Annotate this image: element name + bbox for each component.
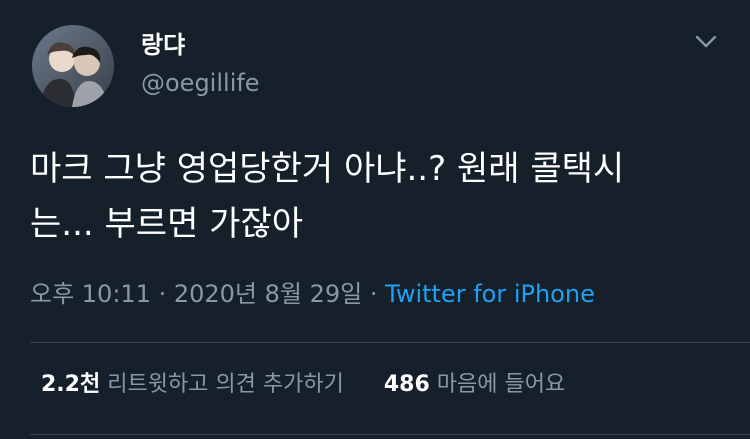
likes-stat[interactable]: 486 마음에 들어요 xyxy=(384,372,565,397)
divider xyxy=(30,342,750,343)
tweet-meta: 오후 10:11 · 2020년 8월 29일 · Twitter for iP… xyxy=(30,278,595,310)
retweets-label: 리트윗하고 의견 추가하기 xyxy=(107,372,344,397)
avatar-photo xyxy=(32,25,114,107)
avatar[interactable] xyxy=(32,25,114,107)
likes-count: 486 xyxy=(383,372,430,397)
tweet-stats: 2.2천 리트윗하고 의견 추가하기 486 마음에 들어요 xyxy=(41,370,565,400)
retweets-stat[interactable]: 2.2천 리트윗하고 의견 추가하기 xyxy=(41,372,351,397)
display-name[interactable]: 랑댜 xyxy=(141,30,185,60)
meta-separator: · xyxy=(362,280,386,308)
tweet-text: 마크 그냥 영업당한거 아냐..? 원래 콜택시 는... 부르면 가잖아 xyxy=(30,149,625,244)
chevron-down-icon[interactable] xyxy=(693,30,719,52)
retweets-count: 2.2천 xyxy=(41,372,101,397)
source-link[interactable]: Twitter for iPhone xyxy=(385,280,595,308)
likes-label: 마음에 들어요 xyxy=(436,372,566,397)
user-handle[interactable]: @oegillife xyxy=(141,68,260,98)
divider xyxy=(30,434,750,435)
timestamp[interactable]: 오후 10:11 · 2020년 8월 29일 xyxy=(30,280,362,308)
